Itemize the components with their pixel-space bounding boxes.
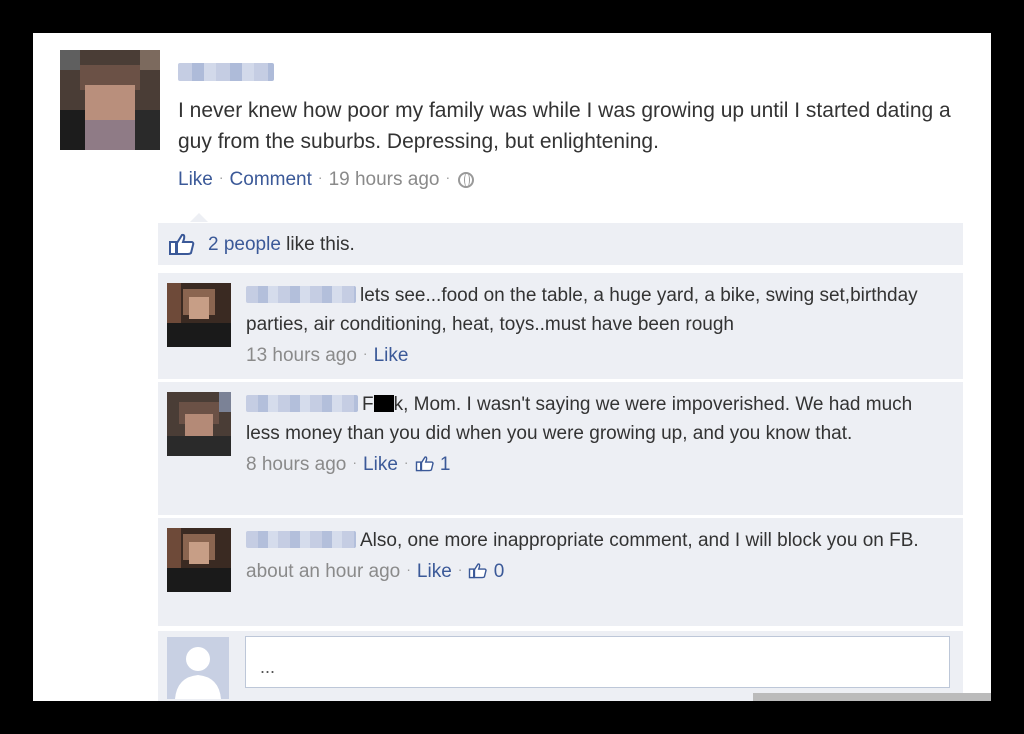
comment-timestamp[interactable]: 8 hours ago	[246, 454, 346, 475]
comment-like-count[interactable]: 0	[494, 561, 505, 582]
comment-like-count[interactable]: 1	[440, 454, 451, 475]
censor-block	[373, 395, 394, 412]
comment-item: Also, one more inappropriate comment, an…	[158, 518, 963, 626]
poster-name[interactable]	[178, 63, 274, 81]
comment-body: Fk, Mom. I wasn't saying we were impover…	[246, 390, 946, 479]
commenter-avatar[interactable]	[167, 528, 231, 592]
commenter-name[interactable]	[246, 286, 356, 303]
commenter-name[interactable]	[246, 395, 358, 412]
comment-meta: about an hour ago · Like · 0	[246, 561, 505, 582]
commenter-avatar[interactable]	[167, 283, 231, 347]
likers-link[interactable]: 2 people	[208, 234, 281, 255]
likes-text: 2 people like this.	[208, 234, 355, 255]
comment-link[interactable]: Comment	[230, 169, 312, 190]
comment-box-nub	[190, 213, 208, 222]
comment-text: Also, one more inappropriate comment, an…	[360, 530, 919, 551]
comment-timestamp[interactable]: about an hour ago	[246, 561, 400, 582]
commenter-name[interactable]	[246, 531, 356, 548]
comment-timestamp[interactable]: 13 hours ago	[246, 345, 357, 366]
comment-input[interactable]: ...	[245, 636, 950, 688]
comment-like-link[interactable]: Like	[374, 345, 409, 366]
comment-like-link[interactable]: Like	[363, 454, 398, 475]
thumbs-up-icon	[169, 233, 195, 255]
post-text: I never knew how poor my family was whil…	[178, 99, 951, 153]
post-meta: Like · Comment · 19 hours ago ·	[178, 169, 475, 191]
comment-body: lets see...food on the table, a huge yar…	[246, 281, 946, 370]
thumbs-up-icon	[469, 563, 488, 579]
comment-meta: 13 hours ago · Like	[246, 345, 409, 366]
scrollbar-strip	[753, 693, 991, 701]
reply-area: ...	[158, 631, 963, 701]
thumbs-up-icon	[415, 456, 434, 472]
comment-like-link[interactable]: Like	[417, 561, 452, 582]
comment-item: Fk, Mom. I wasn't saying we were impover…	[158, 382, 963, 515]
post-card: I never knew how poor my family was whil…	[33, 33, 991, 701]
comment-meta: 8 hours ago · Like · 1	[246, 454, 451, 475]
poster-avatar[interactable]	[60, 50, 160, 150]
globe-icon	[458, 172, 475, 188]
post-timestamp[interactable]: 19 hours ago	[329, 169, 440, 190]
comment-body: Also, one more inappropriate comment, an…	[246, 526, 946, 586]
likes-bar: 2 people like this.	[158, 223, 963, 265]
commenter-avatar[interactable]	[167, 392, 231, 456]
default-avatar-icon	[167, 637, 229, 699]
comment-item: lets see...food on the table, a huge yar…	[158, 273, 963, 379]
like-link[interactable]: Like	[178, 169, 213, 190]
